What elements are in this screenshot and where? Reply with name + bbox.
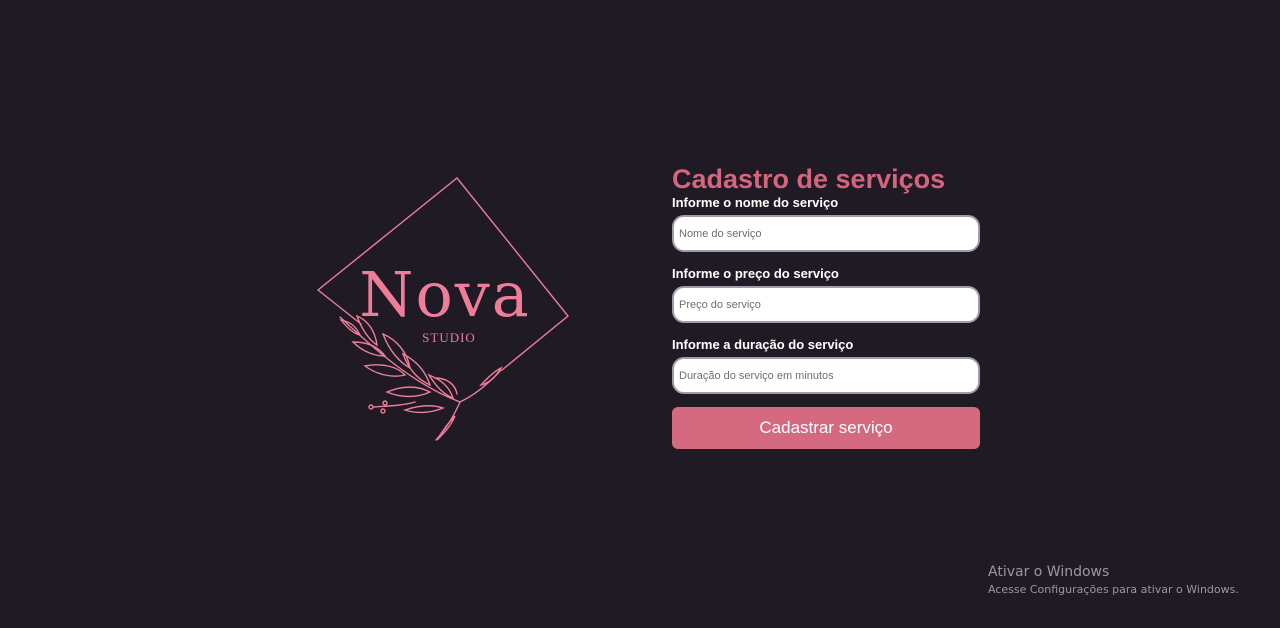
service-name-label: Informe o nome do serviço	[672, 195, 839, 210]
service-name-input[interactable]	[672, 215, 980, 252]
logo-subtitle: STUDIO	[422, 330, 476, 345]
watermark-title: Ativar o Windows	[988, 564, 1110, 580]
service-duration-label: Informe a duração do serviço	[672, 337, 854, 352]
form-title: Cadastro de serviços	[672, 164, 946, 194]
service-price-label: Informe o preço do serviço	[672, 266, 839, 281]
service-price-input[interactable]	[672, 286, 980, 323]
register-service-button[interactable]: Cadastrar serviço	[672, 407, 980, 449]
page: Nova STUDIO Cadastro de serviços Informe…	[0, 0, 1280, 628]
logo-wordmark: Nova	[359, 258, 531, 331]
windows-activation-watermark: Ativar o Windows Acesse Configurações pa…	[988, 563, 1239, 599]
service-registration-form: Cadastro de serviços Informe o nome do s…	[672, 162, 980, 449]
watermark-subtitle: Acesse Configurações para ativar o Windo…	[988, 583, 1239, 596]
service-duration-input[interactable]	[672, 357, 980, 394]
nova-studio-logo: Nova STUDIO	[305, 170, 585, 450]
